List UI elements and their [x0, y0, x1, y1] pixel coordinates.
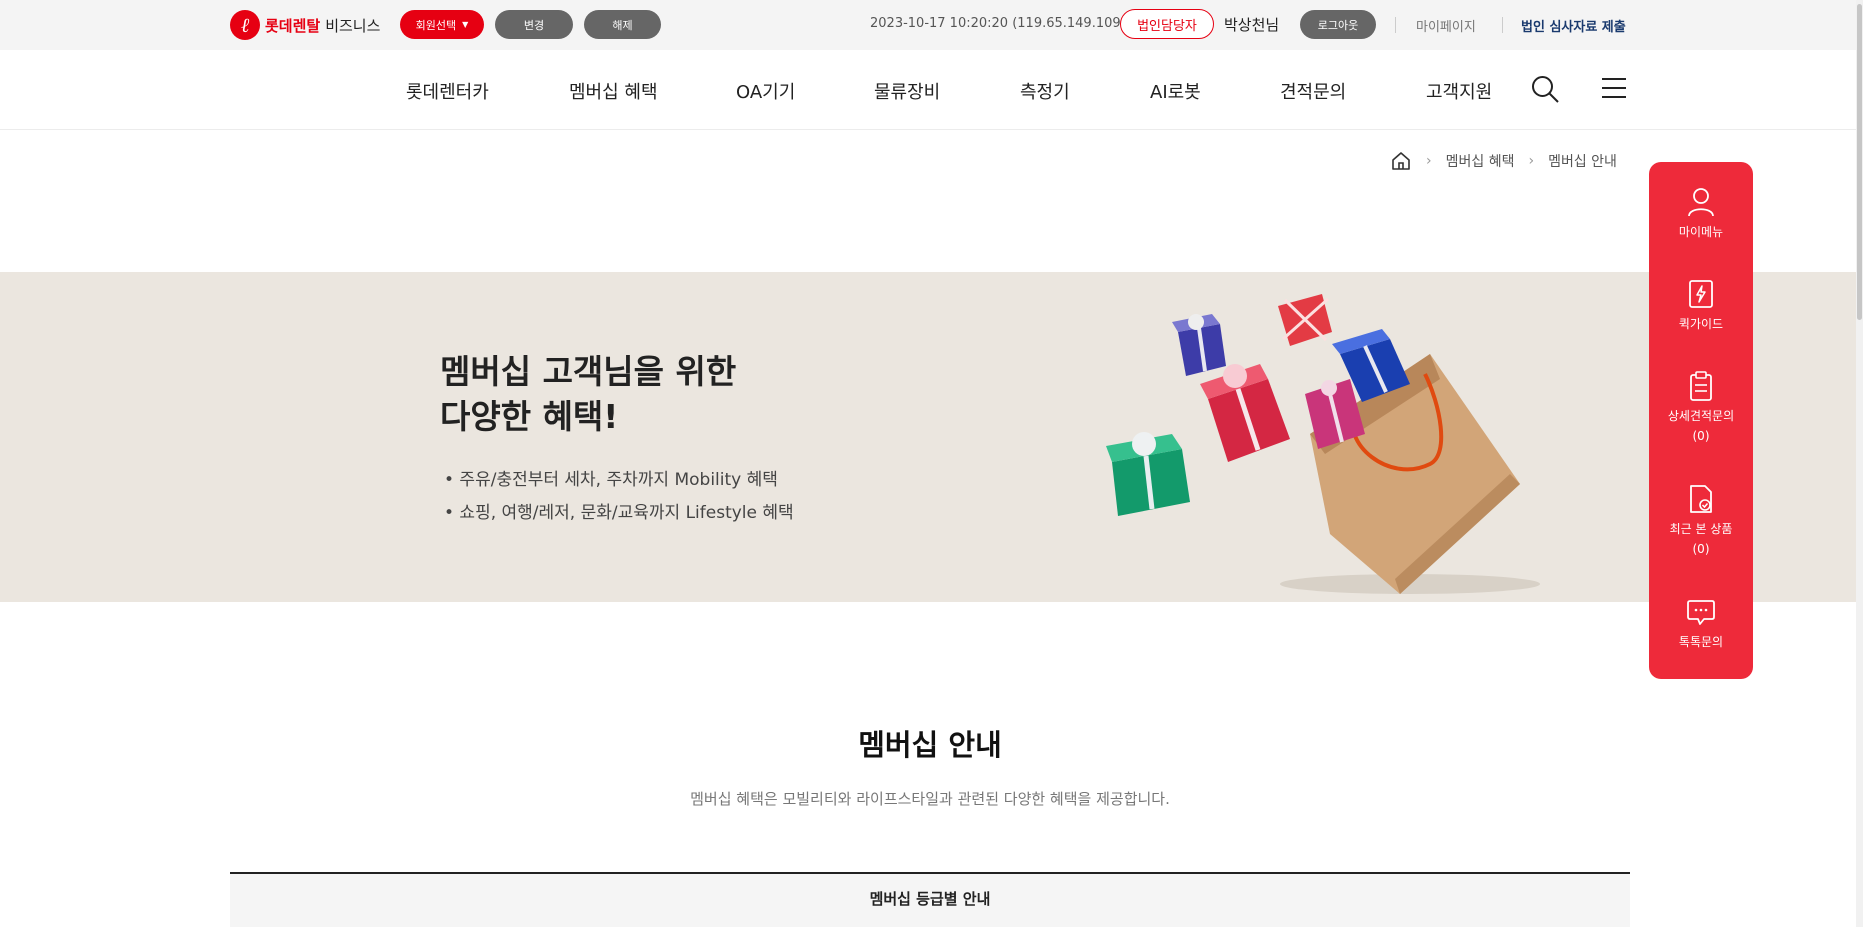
- banner-bullet-mobility: • 주유/충전부터 세차, 주차까지 Mobility 혜택: [444, 470, 778, 490]
- section-title: 멤버십 안내: [858, 728, 1002, 762]
- lotte-rental-logo[interactable]: ℓ 롯데렌탈 비즈니스: [230, 10, 380, 40]
- section-description: 멤버십 혜택은 모빌리티와 라이프스타일과 관련된 다양한 혜택을 제공합니다.: [690, 790, 1170, 808]
- member-select-label: 회원선택: [415, 18, 457, 32]
- scrollbar-thumb[interactable]: [1857, 4, 1862, 320]
- breadcrumb-item-current: 멤버십 안내: [1548, 154, 1617, 170]
- quick-menu-panel: 마이메뉴 퀵가이드 상세견적문의 (0) 최근 본 상품 (0) 톡톡문의: [1649, 162, 1753, 679]
- banner-title: 멤버십 고객님을 위한 다양한 혜택!: [440, 350, 736, 439]
- quick-item-label: 톡톡문의: [1678, 635, 1724, 649]
- nav-item-quote[interactable]: 견적문의: [1280, 78, 1346, 104]
- home-icon[interactable]: [1390, 150, 1412, 172]
- banner-bullet-list: • 주유/충전부터 세차, 주차까지 Mobility 혜택 • 쇼핑, 여행/…: [444, 464, 794, 530]
- quick-item-label: 마이메뉴: [1678, 225, 1724, 239]
- document-check-icon: [1690, 485, 1712, 513]
- release-button[interactable]: 해제: [584, 10, 661, 39]
- membership-grade-guide: 멤버십 등급별 안내: [230, 872, 1630, 927]
- logo-brand-text: 롯데렌탈: [265, 16, 321, 35]
- logo-business-text: 비즈니스: [325, 16, 381, 35]
- membership-banner: 멤버십 고객님을 위한 다양한 혜택! • 주유/충전부터 세차, 주차까지 M…: [0, 272, 1863, 602]
- chevron-right-icon: ›: [1528, 153, 1535, 169]
- quick-item-mymenu[interactable]: 마이메뉴: [1649, 186, 1753, 242]
- user-name: 박상천님: [1224, 16, 1280, 34]
- quick-item-recent-products[interactable]: 최근 본 상품 (0): [1649, 483, 1753, 559]
- quick-item-label: 퀵가이드: [1678, 317, 1724, 331]
- member-select-dropdown[interactable]: 회원선택 ▼: [400, 10, 484, 39]
- banner-title-line2: 다양한 혜택!: [440, 396, 619, 436]
- divider: [1395, 17, 1396, 33]
- quick-item-detailed-quote[interactable]: 상세견적문의 (0): [1649, 370, 1753, 446]
- quick-item-label: 최근 본 상품: [1669, 522, 1733, 536]
- breadcrumb-item-membership[interactable]: 멤버십 혜택: [1446, 151, 1515, 171]
- clipboard-icon: [1690, 371, 1712, 401]
- corp-manager-badge: 법인담당자: [1120, 9, 1214, 39]
- lightning-book-icon: [1689, 280, 1713, 308]
- login-datetime-ip: 2023-10-17 10:20:20 (119.65.149.109): [870, 16, 1126, 31]
- nav-item-measuring[interactable]: 측정기: [1020, 78, 1070, 104]
- nav-item-oa[interactable]: OA기기: [736, 78, 795, 104]
- chat-bubble-icon: [1687, 600, 1715, 625]
- nav-item-support[interactable]: 고객지원: [1426, 78, 1492, 104]
- vertical-scrollbar[interactable]: [1856, 0, 1863, 927]
- quick-item-count: (0): [1692, 429, 1710, 443]
- gift-shopping-bag-illustration: [1106, 294, 1540, 594]
- mypage-link[interactable]: 마이페이지: [1416, 16, 1476, 35]
- corp-document-submit-link[interactable]: 법인 심사자료 제출: [1521, 16, 1626, 35]
- banner-title-line1: 멤버십 고객님을 위한: [440, 352, 737, 391]
- breadcrumb: › 멤버십 혜택 › 멤버십 안내: [1390, 150, 1617, 172]
- caret-down-icon: ▼: [462, 20, 469, 29]
- change-button[interactable]: 변경: [495, 10, 573, 39]
- nav-item-lotte-rentacar[interactable]: 롯데렌터카: [406, 78, 489, 104]
- grade-guide-heading: 멤버십 등급별 안내: [869, 890, 991, 908]
- divider: [1502, 17, 1503, 33]
- nav-item-ai-robot[interactable]: AI로봇: [1150, 78, 1201, 104]
- lotte-logo-icon: ℓ: [230, 10, 260, 40]
- quick-item-talk-inquiry[interactable]: 톡톡문의: [1649, 596, 1753, 652]
- hamburger-menu-icon[interactable]: [1600, 76, 1628, 100]
- banner-bullet-lifestyle: • 쇼핑, 여행/레저, 문화/교육까지 Lifestyle 혜택: [444, 503, 794, 523]
- main-navigation: 롯데렌터카 멤버십 혜택 OA기기 물류장비 측정기 AI로봇 견적문의 고객지…: [0, 50, 1863, 130]
- quick-item-label: 상세견적문의: [1667, 409, 1735, 423]
- search-icon[interactable]: [1530, 74, 1560, 104]
- quick-item-count: (0): [1692, 542, 1710, 556]
- logout-button[interactable]: 로그아웃: [1300, 10, 1376, 39]
- quick-item-quickguide[interactable]: 퀵가이드: [1649, 278, 1753, 334]
- person-icon: [1688, 188, 1714, 217]
- nav-item-membership[interactable]: 멤버십 혜택: [569, 78, 658, 104]
- top-utility-bar: ℓ 롯데렌탈 비즈니스 회원선택 ▼ 변경 해제 2023-10-17 10:2…: [0, 0, 1863, 50]
- chevron-right-icon: ›: [1426, 153, 1432, 169]
- nav-item-logistics[interactable]: 물류장비: [874, 78, 940, 104]
